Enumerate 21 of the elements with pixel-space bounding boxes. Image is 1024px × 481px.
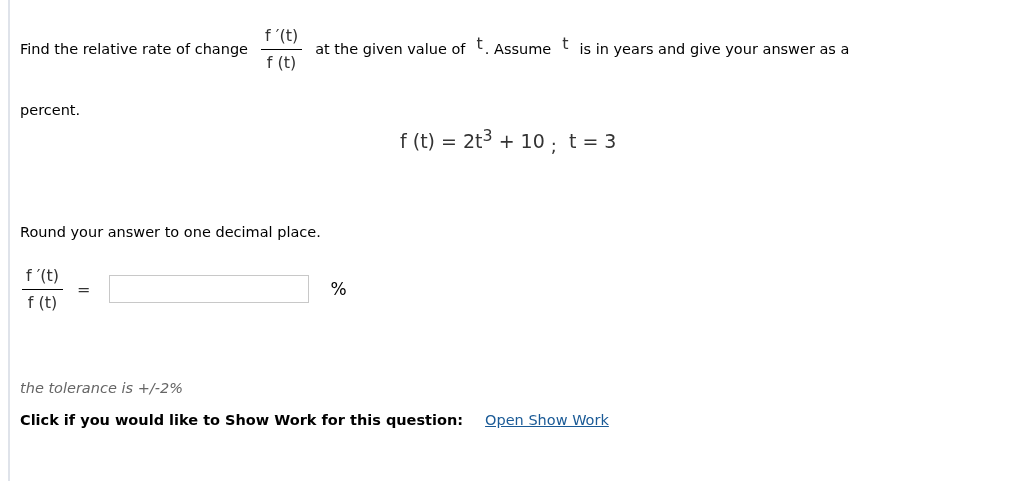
fraction-denominator: f (t) [27, 292, 58, 313]
show-work-prompt: Click if you would like to Show Work for this question: [20, 412, 464, 429]
given-value: t = 3 [568, 130, 617, 153]
variable-t: t [562, 33, 569, 53]
instruction-text: Round your answer to one decimal place. [20, 224, 322, 241]
question-text: is in years and give your answer as a [579, 41, 850, 57]
question-text: at the given value of [315, 41, 466, 57]
question-text: . Assume [484, 41, 552, 57]
open-show-work-link[interactable]: Open Show Work [485, 412, 609, 429]
equals-sign: = [77, 279, 91, 299]
question-text: Find the relative rate of change [20, 41, 249, 57]
tolerance-note: the tolerance is +/-2% [20, 380, 184, 397]
function-equation: f (t) = 2t$^{3}$ + 10 [400, 126, 545, 153]
percent-unit: % [330, 279, 347, 300]
variable-t: t [476, 33, 483, 53]
fraction-numerator: f ′(t) [261, 26, 303, 50]
fraction-numerator: f ′(t) [22, 266, 64, 291]
answer-field[interactable] [108, 275, 309, 304]
equation-separator: ; [550, 135, 557, 157]
question-text: percent. [20, 102, 82, 118]
fraction-denominator: f (t) [266, 52, 297, 72]
